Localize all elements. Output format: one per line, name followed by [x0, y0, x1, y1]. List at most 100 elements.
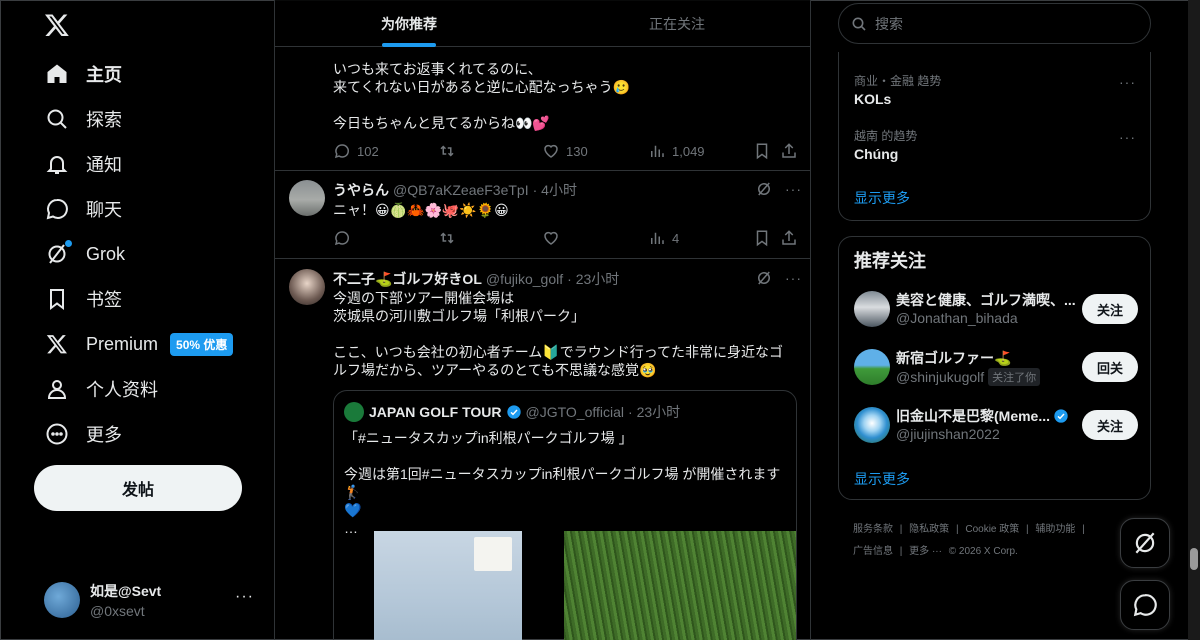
footer-link-accessibility[interactable]: 辅助功能 [1035, 524, 1075, 535]
like-count: 130 [566, 143, 588, 159]
nav-item-label: 探索 [86, 110, 122, 130]
tweet-divider [275, 258, 810, 259]
show-more-link[interactable]: 显示更多 [854, 188, 910, 208]
who-to-follow-card: 推荐关注 美容と健康、ゴルフ満喫、... @Jonathan_bihada 关注… [838, 236, 1151, 500]
tab-label: 正在关注 [649, 15, 705, 32]
footer-link-more[interactable]: 更多 ··· [909, 546, 942, 557]
view-count: 1,049 [672, 143, 705, 159]
bell-icon [44, 151, 70, 177]
nav-item-more[interactable]: 更多 [32, 412, 262, 456]
scrollbar-thumb[interactable] [1190, 548, 1198, 570]
timeline: 为你推荐 正在关注 いつも来てお返事くれてるのに、 来てくれない日があると逆に心… [274, 0, 811, 640]
follow-suggestion[interactable]: 旧金山不是巴黎(Meme... @jiujinshan2022 关注 [854, 402, 1138, 448]
nav-item-bookmarks[interactable]: 书签 [32, 277, 262, 321]
bookmark-icon [44, 286, 70, 312]
follow-button[interactable]: 关注 [1081, 410, 1138, 440]
nav-item-notifications[interactable]: 通知 [32, 142, 262, 186]
grok-fab[interactable] [1120, 518, 1170, 568]
avatar[interactable] [289, 269, 325, 305]
account-name: 如是@Sevt [90, 583, 162, 599]
nav-item-premium[interactable]: Premium 50% 优惠 [32, 322, 262, 366]
account-handle: @0xsevt [90, 603, 145, 619]
footer-separator: | [1026, 524, 1029, 535]
quoted-tweet-time: · 23小时 [628, 404, 681, 420]
views-icon [651, 232, 664, 244]
nav-item-label: 更多 [86, 425, 122, 445]
nav-item-profile[interactable]: 个人资料 [32, 367, 262, 411]
x-logo-icon[interactable] [44, 12, 70, 38]
tweet-time[interactable]: · 23小时 [567, 269, 619, 289]
show-more-link[interactable]: 显示更多 [854, 469, 910, 489]
reply-count: 102 [357, 143, 379, 159]
nav-item-home[interactable]: 主页 [32, 52, 262, 96]
footer-link-ads[interactable]: 广告信息 [853, 546, 893, 557]
post-button[interactable]: 发帖 [34, 465, 242, 511]
footer-link-terms[interactable]: 服务条款 [853, 524, 893, 535]
repost-button[interactable] [438, 141, 462, 161]
like-button[interactable] [542, 228, 566, 248]
footer-link-privacy[interactable]: 隐私政策 [909, 524, 949, 535]
repost-button[interactable] [438, 228, 462, 248]
trend-name[interactable]: KOLs [854, 91, 891, 107]
tab-for-you[interactable]: 为你推荐 [275, 0, 543, 47]
account-switcher[interactable]: 如是@Sevt @0xsevt ··· [34, 576, 262, 624]
footer-link-cookies[interactable]: Cookie 政策 [965, 524, 1019, 535]
more-horizontal-icon[interactable]: ··· [1119, 74, 1136, 90]
quoted-media-image[interactable] [564, 531, 796, 640]
follow-button[interactable]: 关注 [1081, 294, 1138, 324]
nav-item-explore[interactable]: 探索 [32, 97, 262, 141]
quoted-author-name: JAPAN GOLF TOUR [369, 404, 502, 420]
messages-fab[interactable] [1120, 580, 1170, 630]
tweet-author-handle[interactable]: @QB7aKZeaeF3eTpI [393, 182, 529, 198]
bookmark-button[interactable] [753, 141, 777, 161]
nav-item-label: Premium [86, 333, 159, 354]
grok-icon[interactable] [755, 269, 773, 287]
tweet-author-handle[interactable]: @fujiko_golf [486, 271, 563, 287]
reply-button[interactable] [333, 228, 357, 248]
heart-icon [544, 231, 558, 245]
page-scrollbar[interactable] [1188, 0, 1200, 640]
search-input[interactable] [875, 15, 1135, 32]
more-circle-icon [44, 421, 70, 447]
views-button[interactable]: 4 [648, 228, 679, 248]
more-horizontal-icon[interactable]: ··· [1119, 129, 1136, 145]
tweet-author-name[interactable]: 不二子⛳ゴルフ好きOL [333, 269, 482, 289]
tweet-author-name[interactable]: うやらん [333, 180, 389, 200]
bookmark-button[interactable] [753, 228, 777, 248]
follows-you-badge: 关注了你 [988, 368, 1041, 386]
tweet-time[interactable]: · 4小时 [533, 180, 577, 200]
nav-item-label: 书签 [86, 290, 122, 310]
tab-following[interactable]: 正在关注 [543, 0, 810, 47]
follow-back-button[interactable]: 回关 [1081, 352, 1138, 382]
follow-suggestion[interactable]: 新宿ゴルファー⛳ @shinjukugolf 关注了你 回关 [854, 344, 1138, 390]
quoted-tweet[interactable]: JAPAN GOLF TOUR @JGTO_official · 23小时 「#… [333, 390, 797, 640]
share-button[interactable] [780, 228, 804, 248]
tweet-header: 不二子⛳ゴルフ好きOL @fujiko_golf · 23小时 [333, 269, 619, 289]
follow-suggestion[interactable]: 美容と健康、ゴルフ満喫、... @Jonathan_bihada 关注 [854, 286, 1138, 332]
share-button[interactable] [780, 141, 804, 161]
left-nav: 主页 探索 通知 聊天 Grok 书签 Premium 50% 优惠 个人资料 … [0, 0, 274, 640]
tweet-actions: 102 130 1,049 [333, 141, 797, 161]
heart-icon [544, 144, 558, 158]
footer-separator: | [899, 546, 903, 557]
view-count: 4 [672, 230, 680, 246]
views-icon [651, 145, 664, 157]
person-icon [44, 376, 70, 402]
chat-icon [1133, 594, 1157, 617]
nav-item-grok[interactable]: Grok [32, 232, 262, 276]
bookmark-icon [756, 143, 768, 160]
timeline-tabs: 为你推荐 正在关注 [275, 0, 810, 47]
suggestion-handle: @Jonathan_bihada [896, 310, 1018, 326]
search-box[interactable] [838, 3, 1151, 44]
repost-icon [440, 145, 454, 157]
reply-button[interactable]: 102 [333, 141, 379, 161]
like-button[interactable]: 130 [542, 141, 588, 161]
trend-name[interactable]: Chúng [854, 146, 898, 162]
more-horizontal-icon[interactable]: ··· [785, 181, 802, 197]
quoted-media-image[interactable] [374, 531, 522, 640]
more-horizontal-icon[interactable]: ··· [785, 270, 802, 286]
avatar[interactable] [289, 180, 325, 216]
grok-icon[interactable] [755, 180, 773, 198]
nav-item-chat[interactable]: 聊天 [32, 187, 262, 231]
views-button[interactable]: 1,049 [648, 141, 705, 161]
